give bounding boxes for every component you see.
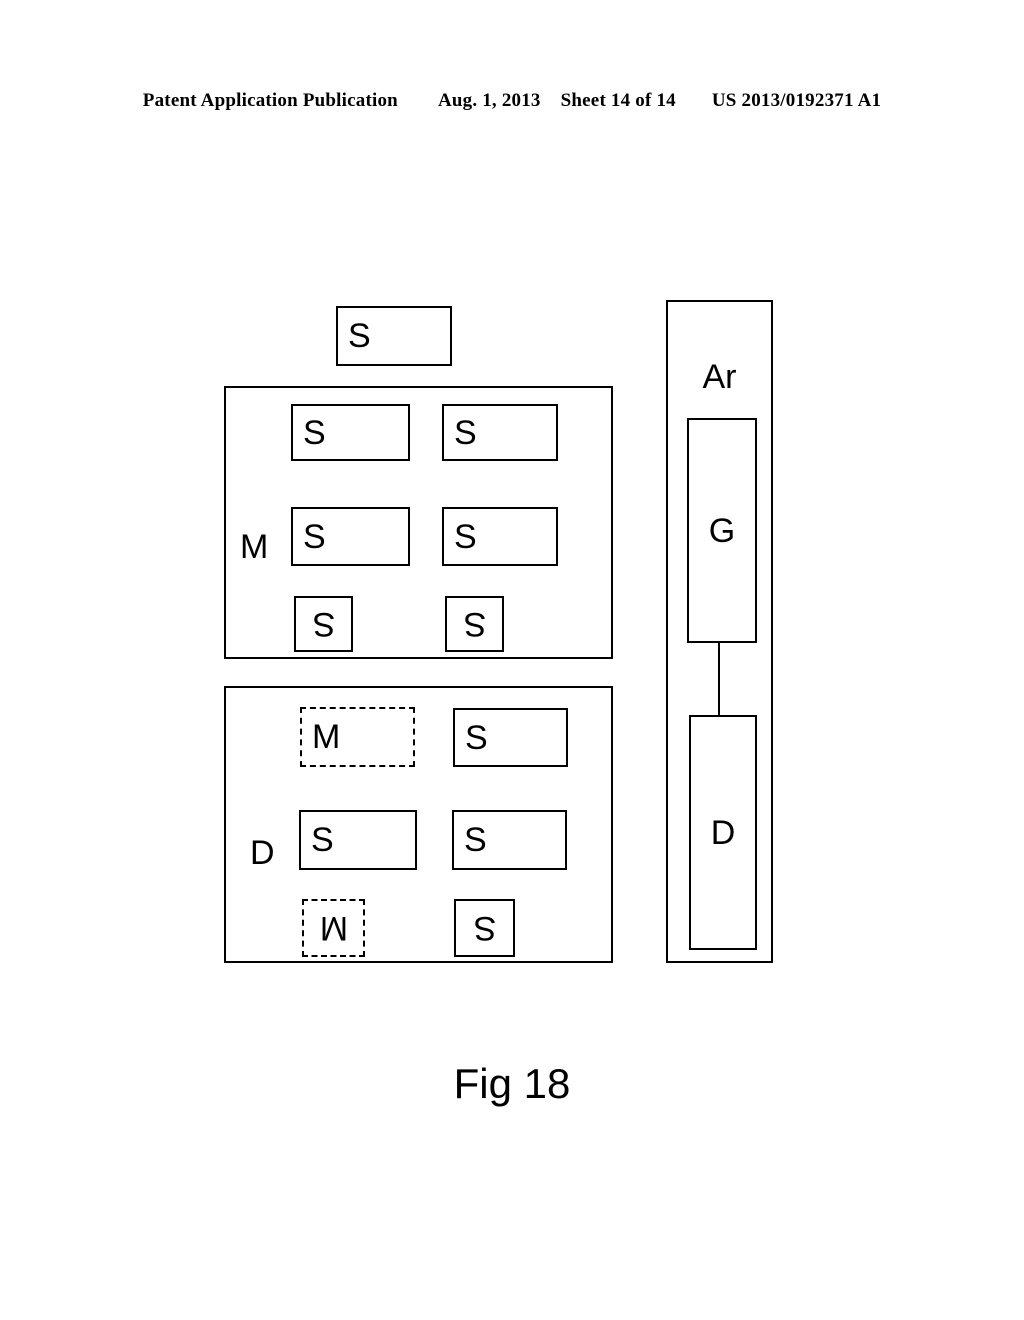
m-box-2: S	[442, 404, 558, 461]
m-group-letter: M	[240, 528, 269, 566]
d-box-1: M	[300, 707, 415, 767]
d-group-letter: D	[250, 834, 275, 872]
figure-caption: Fig 18	[453, 1060, 571, 1107]
m-box-6-label: S	[463, 605, 486, 643]
m-box-1-label: S	[303, 413, 326, 452]
ar-container-label: Ar	[702, 358, 737, 396]
m-box-4-label: S	[454, 517, 477, 556]
m-box-3-label: S	[303, 517, 326, 556]
m-box-6: S	[445, 596, 504, 652]
m-container: M S S S S S S	[224, 386, 613, 659]
m-box-4: S	[442, 507, 558, 566]
m-box-1: S	[291, 404, 410, 461]
top-s-box-label: S	[348, 317, 371, 355]
d-box-2: S	[453, 708, 568, 767]
m-box-3: S	[291, 507, 410, 566]
m-box-5-label: S	[312, 605, 335, 643]
d-box-6-label: S	[473, 909, 496, 947]
figure-18-drawing: S M S S S S S S D M S S S M S Ar G D Fig…	[0, 0, 1024, 1320]
ar-d-box: D	[689, 715, 757, 950]
d-box-4-label: S	[464, 821, 487, 859]
d-container: D M S S S M S	[224, 686, 613, 963]
d-box-5-label: M	[319, 909, 348, 947]
d-box-2-label: S	[465, 718, 488, 757]
m-box-2-label: S	[454, 413, 477, 452]
d-box-5: M	[302, 899, 365, 957]
ar-connector-line	[718, 643, 720, 715]
d-box-3: S	[299, 810, 417, 870]
m-box-5: S	[294, 596, 353, 652]
top-s-box: S	[336, 306, 452, 366]
d-box-4: S	[452, 810, 567, 870]
d-box-6: S	[454, 899, 515, 957]
ar-container: Ar G D	[666, 300, 773, 963]
d-box-3-label: S	[311, 821, 334, 859]
d-box-1-label: M	[312, 718, 341, 756]
ar-d-box-label: D	[710, 813, 736, 852]
ar-g-box-label: G	[708, 511, 736, 550]
ar-g-box: G	[687, 418, 757, 643]
